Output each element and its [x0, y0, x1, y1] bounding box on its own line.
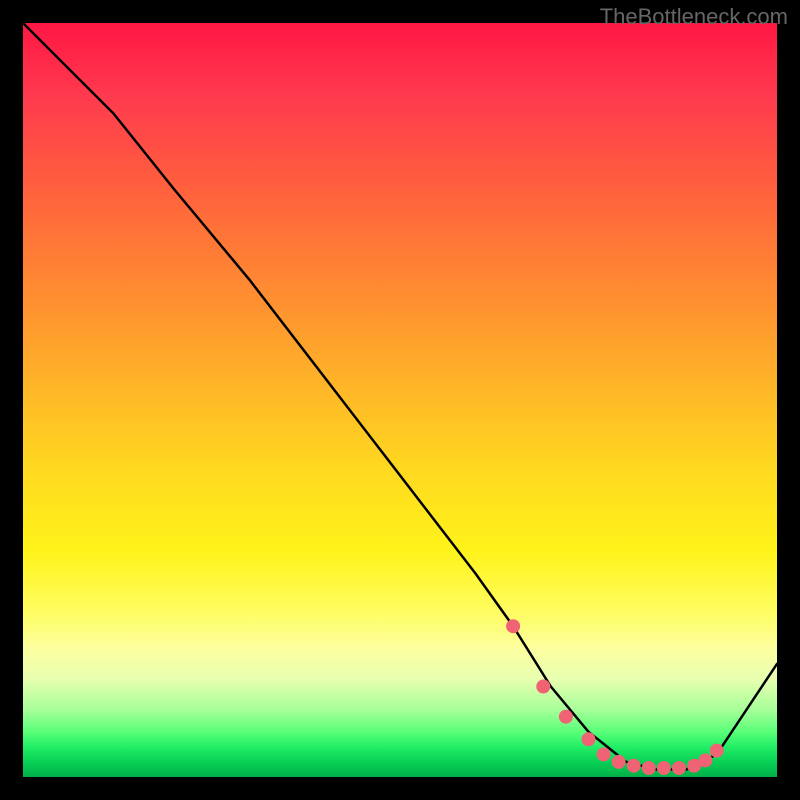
marker-dot	[597, 747, 611, 761]
watermark-text: TheBottleneck.com	[600, 4, 788, 30]
marker-dot	[536, 680, 550, 694]
plot-area	[23, 23, 777, 777]
marker-dot	[582, 732, 596, 746]
marker-dot	[657, 761, 671, 775]
marker-dot	[672, 761, 686, 775]
marker-dot	[710, 744, 724, 758]
marker-dot	[506, 619, 520, 633]
bottleneck-curve	[23, 23, 777, 770]
marker-dot	[612, 755, 626, 769]
marker-dot	[698, 753, 712, 767]
marker-dot	[642, 761, 656, 775]
chart-overlay	[23, 23, 777, 777]
marker-dot	[627, 759, 641, 773]
marker-dot	[559, 710, 573, 724]
